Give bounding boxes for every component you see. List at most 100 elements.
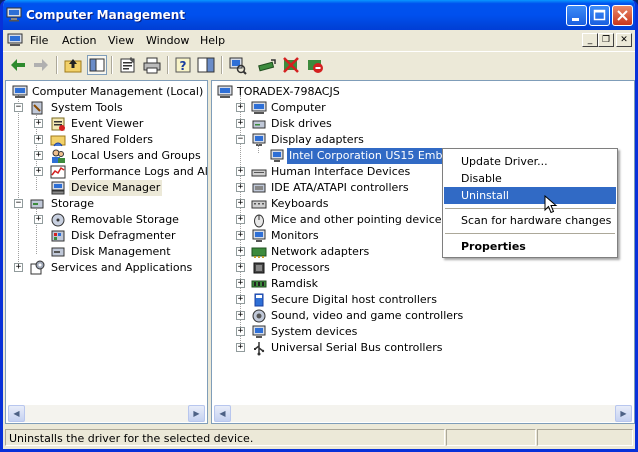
tree-label: Shared Folders — [71, 133, 153, 146]
expand-toggle[interactable]: + — [236, 311, 245, 320]
scroll-left-button[interactable]: ◀ — [8, 405, 25, 422]
removable-storage-icon — [51, 213, 65, 227]
menu-action[interactable]: Action — [62, 34, 96, 47]
tree-label: IDE ATA/ATAPI controllers — [271, 181, 409, 194]
tree-label: Human Interface Devices — [271, 165, 411, 178]
tree-label: Computer — [271, 101, 326, 114]
expand-toggle[interactable]: + — [236, 103, 245, 112]
window-title: Computer Management — [26, 8, 185, 22]
expand-toggle[interactable]: + — [34, 135, 43, 144]
child-close-button[interactable]: ✕ — [616, 33, 632, 47]
expand-toggle[interactable]: + — [34, 151, 43, 160]
keyboards-icon — [251, 200, 267, 209]
expand-toggle[interactable]: + — [236, 167, 245, 176]
tree-label: Performance Logs and Alerts — [71, 165, 208, 178]
collapse-toggle[interactable]: − — [236, 135, 245, 144]
disk-drives-icon — [252, 120, 266, 129]
close-button[interactable] — [612, 5, 633, 26]
tree-label: Ramdisk — [271, 277, 318, 290]
users-icon — [52, 149, 65, 163]
menu-view[interactable]: View — [108, 34, 134, 47]
expand-toggle[interactable]: + — [34, 119, 43, 128]
menu-item-scan-hardware[interactable]: Scan for hardware changes — [444, 212, 616, 229]
tree-label: Device Manager — [69, 180, 163, 196]
menu-item-disable[interactable]: Disable — [444, 170, 616, 187]
up-folder-icon[interactable] — [63, 55, 83, 75]
menu-help[interactable]: Help — [200, 34, 225, 47]
performance-icon — [50, 165, 66, 179]
expand-toggle[interactable]: + — [236, 215, 245, 224]
usb-controllers-icon — [254, 342, 265, 356]
expand-toggle[interactable]: + — [236, 295, 245, 304]
back-icon[interactable] — [8, 55, 28, 75]
status-text: Uninstalls the driver for the selected d… — [5, 429, 445, 446]
processors-icon — [253, 262, 265, 274]
collapse-toggle[interactable]: − — [14, 103, 23, 112]
event-viewer-icon — [51, 117, 65, 131]
expand-toggle[interactable]: + — [236, 343, 245, 352]
minimize-icon — [572, 18, 579, 21]
system-menu-icon[interactable] — [7, 32, 23, 48]
expand-toggle[interactable]: + — [236, 199, 245, 208]
title-bar[interactable]: Computer Management — [3, 0, 635, 30]
close-icon — [617, 10, 628, 21]
expand-toggle[interactable]: + — [34, 167, 43, 176]
child-minimize-button[interactable]: _ — [582, 33, 598, 47]
console-tree-icon — [89, 58, 105, 72]
menu-item-uninstall[interactable]: Uninstall — [444, 187, 616, 204]
tree-label: Event Viewer — [71, 117, 144, 130]
tree-label: Disk Management — [71, 245, 171, 258]
scroll-left-button[interactable]: ◀ — [214, 405, 231, 422]
right-horizontal-scrollbar[interactable]: ◀ ▶ — [214, 405, 632, 422]
expand-toggle[interactable]: + — [236, 327, 245, 336]
hid-icon — [251, 169, 267, 177]
show-hide-action-pane-icon[interactable] — [196, 55, 216, 75]
uninstall-icon[interactable] — [281, 55, 301, 75]
expand-toggle[interactable]: + — [34, 215, 43, 224]
child-restore-button[interactable]: ❐ — [598, 33, 614, 47]
tree-label: Disk Defragmenter — [71, 229, 176, 242]
mouse-cursor-icon — [544, 195, 558, 214]
expand-toggle[interactable]: + — [236, 247, 245, 256]
menu-file[interactable]: File — [30, 34, 48, 47]
update-driver-icon[interactable] — [257, 55, 277, 75]
expand-toggle[interactable]: + — [14, 263, 23, 272]
forward-icon[interactable] — [31, 55, 51, 75]
status-bar: Uninstalls the driver for the selected d… — [3, 427, 635, 449]
storage-icon — [30, 199, 44, 209]
expand-toggle[interactable]: + — [236, 119, 245, 128]
scan-hardware-icon[interactable] — [227, 55, 247, 75]
tree-label: Display adapters — [271, 133, 364, 146]
properties-icon[interactable] — [118, 55, 138, 75]
menu-window[interactable]: Window — [146, 34, 189, 47]
tree-label: Computer Management (Local) — [32, 85, 204, 98]
expand-toggle[interactable]: + — [236, 231, 245, 240]
disable-icon[interactable] — [305, 55, 325, 75]
shared-folder-icon — [50, 135, 66, 147]
console-tree-pane[interactable]: Computer Management (Local) − System Too… — [5, 80, 208, 424]
scroll-right-button[interactable]: ▶ — [615, 405, 632, 422]
tree-label: Universal Serial Bus controllers — [271, 341, 443, 354]
print-icon[interactable] — [142, 55, 162, 75]
maximize-button[interactable] — [589, 5, 610, 26]
tree-label: Network adapters — [271, 245, 370, 258]
menu-item-properties[interactable]: Properties — [444, 238, 616, 255]
scroll-right-button[interactable]: ▶ — [188, 405, 205, 422]
expand-toggle[interactable]: + — [236, 183, 245, 192]
left-horizontal-scrollbar[interactable]: ◀ ▶ — [8, 405, 205, 422]
help-icon[interactable]: ? — [173, 55, 193, 75]
collapse-toggle[interactable]: − — [14, 199, 23, 208]
device-manager-icon — [51, 181, 65, 195]
minimize-button[interactable] — [566, 5, 587, 26]
menu-item-update-driver[interactable]: Update Driver... — [444, 153, 616, 170]
expand-toggle[interactable]: + — [236, 263, 245, 272]
status-panel — [446, 429, 536, 446]
svg-text:?: ? — [180, 59, 187, 73]
menu-bar: File Action View Window Help — [3, 30, 635, 51]
computer-icon — [251, 101, 267, 114]
system-devices-icon — [252, 325, 266, 338]
expand-toggle[interactable]: + — [236, 279, 245, 288]
tree-label: System Tools — [51, 101, 123, 114]
tree-label: Services and Applications — [51, 261, 193, 274]
show-hide-tree-button[interactable] — [87, 55, 107, 75]
